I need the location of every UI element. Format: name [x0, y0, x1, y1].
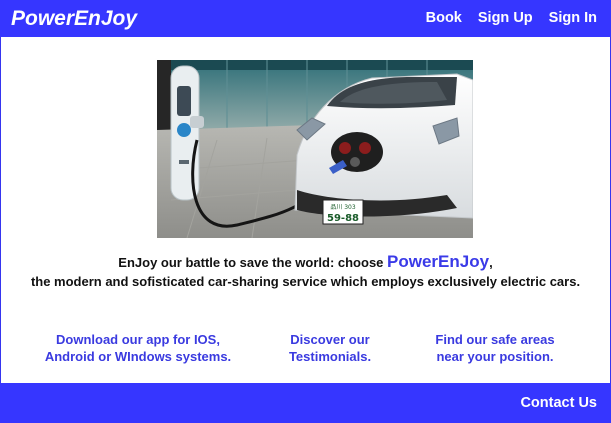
sign-up-link[interactable]: Sign Up — [478, 10, 533, 26]
tagline-suffix: , — [489, 255, 493, 270]
safe-areas-line-2: near your position. — [436, 349, 554, 364]
top-navigation-bar: PowerEnJoy Book Sign Up Sign In — [0, 0, 611, 37]
hero-image: 品川 303 59-88 — [157, 60, 473, 238]
testimonials-link[interactable]: Discover our Testimonials. — [270, 331, 390, 365]
footer-bar: Contact Us — [0, 383, 611, 423]
plate-line-1: 品川 303 — [330, 204, 356, 211]
download-app-link[interactable]: Download our app for IOS, Android or WIn… — [22, 331, 254, 365]
safe-areas-link[interactable]: Find our safe areas near your position. — [410, 331, 580, 365]
tagline-line-1: EnJoy our battle to save the world: choo… — [0, 252, 611, 272]
tagline-line-2: the modern and sofisticated car-sharing … — [30, 274, 581, 289]
testimonials-line-1: Discover our — [290, 332, 370, 347]
tagline-prefix: EnJoy our battle to save the world: choo… — [118, 255, 388, 270]
plate-line-2: 59-88 — [327, 213, 359, 224]
contact-us-link[interactable]: Contact Us — [520, 395, 597, 411]
electric-car-charging-photo: 品川 303 59-88 — [157, 60, 473, 238]
tagline: EnJoy our battle to save the world: choo… — [0, 252, 611, 291]
download-app-line-1: Download our app for IOS, — [56, 332, 220, 347]
header-nav: Book Sign Up Sign In — [426, 10, 597, 26]
safe-areas-line-1: Find our safe areas — [435, 332, 555, 347]
brand-logo-link[interactable]: PowerEnJoy — [11, 7, 137, 31]
book-link[interactable]: Book — [426, 10, 462, 26]
testimonials-line-2: Testimonials. — [288, 349, 372, 364]
tagline-brand: PowerEnJoy — [387, 252, 490, 271]
sign-in-link[interactable]: Sign In — [549, 10, 597, 26]
download-app-line-2: Android or WIndows systems. — [44, 349, 232, 364]
